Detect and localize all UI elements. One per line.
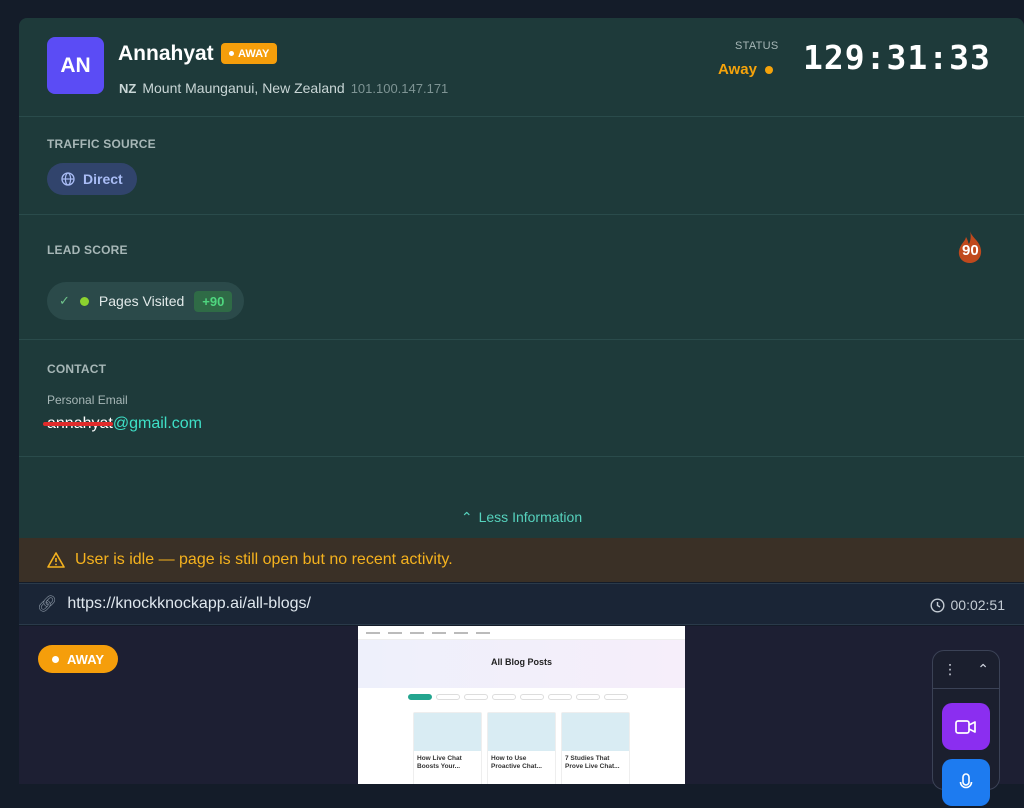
time-on-page: 00:02:51 <box>929 584 1005 626</box>
email-field[interactable]: annahyat@gmail.com <box>47 415 202 433</box>
contact-label: CONTACT <box>47 362 107 376</box>
less-information-toggle[interactable]: ⌃ Less Information <box>19 496 1024 538</box>
visitor-location: NZ Mount Maunganui, New Zealand 101.100.… <box>119 80 448 96</box>
ip-address: 101.100.147.171 <box>350 81 449 96</box>
clock-icon <box>929 597 945 613</box>
contact-section: CONTACT <box>19 340 1024 457</box>
status-dot-icon <box>79 296 89 306</box>
lead-item-points: +90 <box>194 290 233 312</box>
visitor-header: AN Annahyat AWAY NZ Mount Maunganui, New… <box>19 18 1024 117</box>
status-label: STATUS <box>735 40 779 52</box>
dot-icon <box>52 655 59 663</box>
microphone-icon <box>959 772 973 788</box>
lead-score: 90 <box>962 242 979 259</box>
viewer-away-badge: AWAY <box>38 645 119 673</box>
visitor-card: AN Annahyat AWAY NZ Mount Maunganui, New… <box>19 18 1024 538</box>
idle-warning-banner: User is idle — page is still open but no… <box>19 538 1024 582</box>
voice-call-button[interactable] <box>942 759 990 806</box>
globe-icon <box>61 172 75 186</box>
page-preview: All Blog Posts How Live Chat Boosts Your… <box>358 626 685 784</box>
current-page-bar: 🔗︎ https://knockknockapp.ai/all-blogs/ 0… <box>19 583 1024 625</box>
idle-warning-text: User is idle — page is still open but no… <box>75 551 453 568</box>
traffic-label: TRAFFIC SOURCE <box>47 137 156 151</box>
video-call-button[interactable] <box>942 703 990 750</box>
lead-section: LEAD SCORE <box>19 215 1024 340</box>
preview-card: How Live Chat Boosts Your... <box>413 712 482 784</box>
traffic-source-pill[interactable]: Direct <box>47 163 137 195</box>
lead-item-label: Pages Visited <box>98 293 185 309</box>
preview-card: How to Use Proactive Chat... <box>487 712 556 784</box>
preview-title: All Blog Posts <box>490 657 552 667</box>
warning-icon <box>47 552 65 568</box>
avatar: AN <box>47 37 104 94</box>
session-timer: 129:31:33 <box>803 38 991 77</box>
check-icon: ✓ <box>59 293 70 308</box>
dot-icon <box>229 51 234 56</box>
chevron-up-icon[interactable]: ⌃ <box>977 661 989 678</box>
traffic-section: TRAFFIC SOURCE <box>19 117 1024 215</box>
visitor-name: Annahyat <box>118 42 214 65</box>
away-badge: AWAY <box>221 43 278 64</box>
chevron-up-icon: ⌃ <box>460 508 473 525</box>
email-label: Personal Email <box>47 393 128 407</box>
status-value: Away <box>718 61 773 78</box>
toggle-label: Less Information <box>478 509 583 525</box>
call-controls: ⋮ ⌃ <box>932 650 1000 806</box>
status-dot-icon <box>764 65 773 74</box>
email-user: annahyat <box>47 415 113 432</box>
location-text: Mount Maunganui, New Zealand <box>142 80 345 96</box>
traffic-source: Direct <box>83 171 123 187</box>
live-view: AWAY All Blog Posts How Live Chat Boosts… <box>19 626 1024 806</box>
more-options-icon[interactable]: ⋮ <box>943 661 957 678</box>
email-domain: @gmail.com <box>112 415 202 432</box>
country-code: NZ <box>119 81 137 96</box>
lead-item-pages-visited: ✓ Pages Visited +90 <box>47 282 245 320</box>
current-url[interactable]: https://knockknockapp.ai/all-blogs/ <box>67 595 311 613</box>
video-camera-icon <box>955 719 976 734</box>
lead-label: LEAD SCORE <box>47 243 128 257</box>
link-icon: 🔗︎ <box>37 596 58 613</box>
preview-card: 7 Studies That Prove Live Chat... <box>561 712 630 784</box>
